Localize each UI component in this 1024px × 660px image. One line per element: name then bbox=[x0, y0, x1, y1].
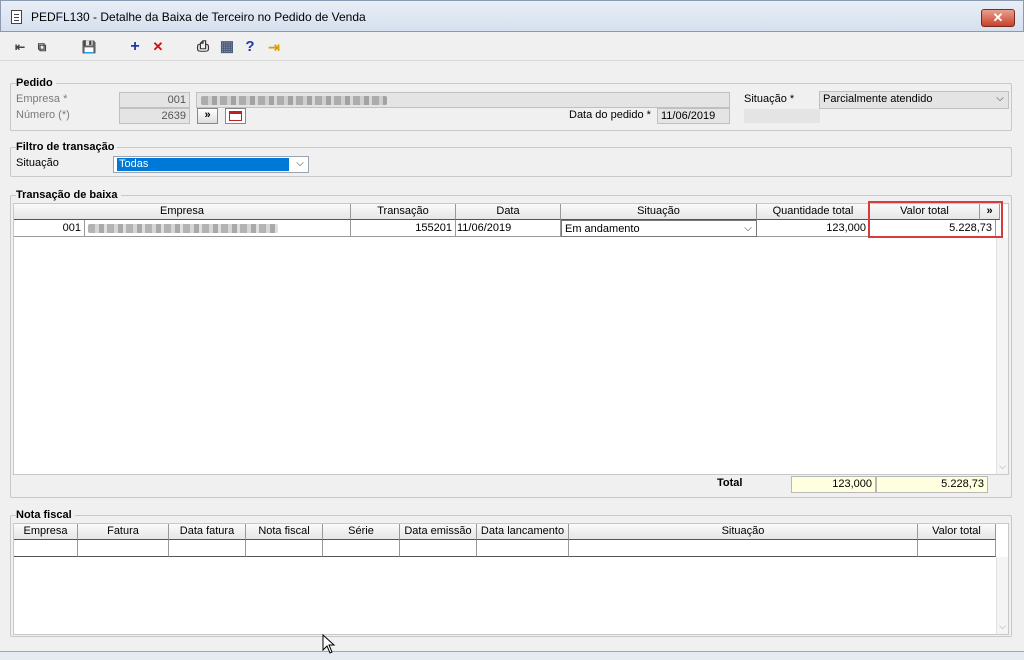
empresa-label: Empresa * bbox=[16, 93, 68, 105]
pedido-title: Pedido bbox=[16, 77, 56, 89]
navigate-back-icon[interactable]: ⇤ bbox=[12, 39, 28, 55]
copy-icon[interactable]: ⧉ bbox=[34, 39, 50, 55]
print-icon[interactable]: ⎙ bbox=[195, 39, 211, 55]
transacao-grid bbox=[13, 203, 1009, 475]
navigate-button[interactable]: » bbox=[197, 108, 218, 124]
chevron-down-icon: ⌵ bbox=[296, 158, 304, 169]
nota-cell bbox=[918, 540, 996, 557]
situacao-extra-field bbox=[744, 109, 820, 123]
total-quantidade: 123,000 bbox=[791, 476, 876, 493]
col-header-quantidade[interactable]: Quantidade total bbox=[757, 204, 870, 220]
col-header-empresa[interactable]: Empresa bbox=[14, 204, 351, 220]
nota-col-situacao[interactable]: Situação bbox=[569, 524, 918, 540]
title-bar: PEDFL130 - Detalhe da Baixa de Terceiro … bbox=[0, 0, 1024, 32]
nota-scrollbar[interactable]: ⌵ bbox=[996, 557, 1008, 634]
data-pedido-label: Data do pedido * bbox=[569, 109, 651, 121]
nota-col-valor[interactable]: Valor total bbox=[918, 524, 996, 540]
delete-icon[interactable]: ✕ bbox=[150, 39, 166, 55]
nota-col-fatura[interactable]: Fatura bbox=[78, 524, 169, 540]
nota-cell bbox=[323, 540, 400, 557]
nota-col-nota-fiscal[interactable]: Nota fiscal bbox=[246, 524, 323, 540]
redacted-text bbox=[201, 96, 387, 105]
help-icon[interactable]: ? bbox=[242, 39, 258, 55]
calendar-glyph bbox=[229, 111, 242, 121]
nota-cell bbox=[78, 540, 169, 557]
mouse-cursor-icon bbox=[322, 634, 336, 654]
row-empresa-name bbox=[85, 220, 351, 237]
situacao-pedido-value: Parcialmente atendido bbox=[823, 93, 933, 105]
nota-col-data-lancamento[interactable]: Data lancamento bbox=[477, 524, 569, 540]
nota-col-serie[interactable]: Série bbox=[323, 524, 400, 540]
nota-col-empresa[interactable]: Empresa bbox=[14, 524, 78, 540]
nota-cell bbox=[14, 540, 78, 557]
empresa-code-field: 001 bbox=[119, 92, 190, 108]
save-icon[interactable]: 💾 bbox=[81, 39, 97, 55]
nota-cell bbox=[169, 540, 246, 557]
row-transacao: 155201 bbox=[351, 220, 456, 237]
col-header-situacao[interactable]: Situação bbox=[561, 204, 757, 220]
nota-col-data-fatura[interactable]: Data fatura bbox=[169, 524, 246, 540]
situacao-pedido-label: Situação * bbox=[744, 93, 795, 105]
redacted-text bbox=[88, 224, 278, 233]
calculator-icon[interactable]: ▦ bbox=[219, 39, 235, 55]
col-header-transacao[interactable]: Transação bbox=[351, 204, 456, 220]
nota-cell bbox=[569, 540, 918, 557]
window-bottom-border bbox=[0, 651, 1024, 660]
nota-col-data-emissao[interactable]: Data emissão bbox=[400, 524, 477, 540]
row-data: 11/06/2019 bbox=[456, 220, 561, 237]
calendar-icon[interactable] bbox=[225, 108, 246, 124]
empresa-name-field bbox=[196, 92, 730, 108]
filtro-title: Filtro de transação bbox=[16, 141, 118, 153]
transacao-title: Transação de baixa bbox=[16, 189, 121, 201]
chevron-down-icon[interactable]: ⌵ bbox=[997, 461, 1008, 472]
col-header-data[interactable]: Data bbox=[456, 204, 561, 220]
row-quantidade: 123,000 bbox=[757, 220, 870, 237]
nota-cell bbox=[477, 540, 569, 557]
numero-field: 2639 bbox=[119, 108, 190, 124]
data-pedido-field: 11/06/2019 bbox=[657, 108, 730, 124]
chevron-down-icon[interactable]: ⌵ bbox=[997, 621, 1008, 632]
chevron-down-icon: ⌵ bbox=[744, 223, 752, 234]
filtro-situacao-label: Situação bbox=[16, 157, 59, 169]
filtro-situacao-select[interactable]: Todas ⌵ bbox=[113, 156, 309, 173]
window-title: PEDFL130 - Detalhe da Baixa de Terceiro … bbox=[31, 10, 366, 24]
row-situacao-select[interactable]: Em andamento ⌵ bbox=[561, 220, 757, 237]
row-situacao-value: Em andamento bbox=[565, 223, 640, 235]
add-icon[interactable]: + bbox=[127, 39, 143, 55]
chevron-down-icon: ⌵ bbox=[996, 93, 1004, 104]
document-icon bbox=[11, 10, 22, 24]
nota-cell bbox=[400, 540, 477, 557]
total-valor: 5.228,73 bbox=[876, 476, 988, 493]
situacao-pedido-select[interactable]: Parcialmente atendido ⌵ bbox=[819, 91, 1009, 109]
transacao-scrollbar[interactable]: ⌵ bbox=[996, 238, 1008, 474]
exit-icon[interactable]: ⇥ bbox=[266, 39, 282, 55]
toolbar: ⇤ ⧉ 💾 + ✕ ⎙ ▦ ? ⇥ bbox=[0, 33, 1024, 61]
close-button[interactable]: ✕ bbox=[981, 9, 1015, 27]
numero-label: Número (*) bbox=[16, 109, 70, 121]
highlight-box bbox=[868, 201, 1003, 238]
row-empresa-code: 001 bbox=[14, 220, 85, 237]
nota-title: Nota fiscal bbox=[16, 509, 75, 521]
total-label: Total bbox=[717, 477, 743, 489]
nota-cell bbox=[246, 540, 323, 557]
filtro-situacao-value: Todas bbox=[117, 158, 289, 171]
